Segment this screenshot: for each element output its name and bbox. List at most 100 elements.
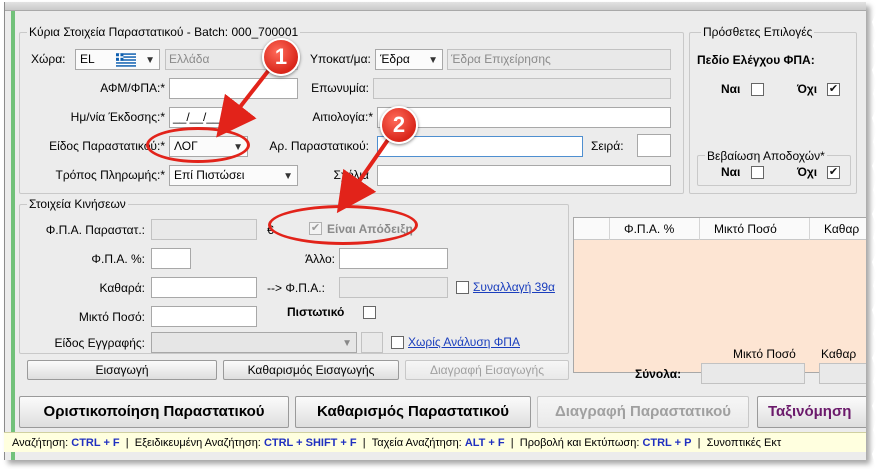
shortcut-advanced-search-label: Εξειδικευμένη Αναζήτηση: (134, 437, 261, 449)
status-separator: | (507, 437, 517, 449)
grid-header: Φ.Π.Α. % Μικτό Ποσό Καθαρ (574, 218, 866, 240)
totals-gross-field (701, 363, 805, 384)
comments-label: Σχόλια (333, 168, 369, 182)
app-window: Κύρια Στοιχεία Παραστατικού - Batch: 000… (4, 2, 866, 460)
insert-button[interactable]: Εισαγωγή (27, 360, 217, 380)
clear-document-button[interactable]: Καθαρισμός Παραστατικού (295, 396, 531, 428)
vat-number-input[interactable] (169, 78, 298, 99)
vat-check-yes-label: Ναι (721, 82, 741, 96)
vat-doc-field (151, 219, 257, 240)
vat-check-label: Πεδίο Ελέγχου ΦΠΑ: (697, 53, 815, 67)
branch-select[interactable]: Έδρα ▼ (375, 49, 443, 70)
vat-percent-label: Φ.Π.Α. %: (91, 252, 145, 266)
doc-number-label: Αρ. Παραστατικού: (269, 139, 369, 153)
branch-value: Έδρα (380, 52, 410, 66)
income-no-checkbox[interactable]: ✔ (827, 166, 840, 179)
no-vat-analysis-checkbox[interactable] (391, 336, 404, 349)
grid-col-gross[interactable]: Μικτό Ποσό (700, 218, 810, 240)
shortcut-status-bar: Αναζήτηση: CTRL + F | Εξειδικευμένη Αναζ… (4, 432, 866, 452)
delete-document-button[interactable]: Διαγραφή Παραστατικού (537, 396, 749, 428)
entry-type-code-field (361, 332, 383, 353)
company-name-label: Επωνυμία: (311, 81, 369, 95)
income-yes-label: Ναι (721, 165, 741, 179)
other-input[interactable] (339, 248, 448, 269)
branch-label: Υποκατ/μα: (310, 52, 371, 66)
no-vat-analysis-link[interactable]: Χωρίς Ανάλυση ΦΠΑ (408, 335, 520, 349)
grid-col-net[interactable]: Καθαρ (810, 218, 866, 240)
issue-date-label: Ημ/νία Έκδοσης:* (70, 110, 165, 124)
status-separator: | (122, 437, 132, 449)
highlight-ring-receipt (268, 205, 418, 245)
greece-flag-icon (116, 53, 136, 67)
series-input[interactable] (637, 134, 671, 157)
chevron-down-icon: ▼ (283, 171, 293, 182)
sort-button[interactable]: Ταξινόμηση (757, 396, 866, 428)
vat-doc-label: Φ.Π.Α. Παραστατ.: (45, 223, 145, 237)
income-yes-checkbox[interactable] (751, 166, 764, 179)
status-separator: | (359, 437, 369, 449)
shortcut-print-key: CTRL + P (642, 437, 692, 449)
payment-method-label: Τρόπος Πληρωμής:* (55, 168, 165, 182)
vat-check-no-label: Όχι (797, 82, 818, 96)
gross-amount-label: Μικτό Ποσό: (78, 310, 145, 324)
annotation-badge-2: 2 (380, 106, 418, 144)
payment-method-select[interactable]: Επί Πιστώσει ▼ (169, 165, 298, 186)
income-cert-title: Βεβαίωση Αποδοχών* (705, 149, 827, 163)
gross-amount-input[interactable] (151, 306, 257, 327)
net-amount-input[interactable] (151, 277, 257, 298)
entry-type-select[interactable]: ▼ (151, 332, 357, 353)
doc-type-label: Είδος Παραστατικού:* (49, 139, 165, 153)
clear-insert-button[interactable]: Καθαρισμός Εισαγωγής (223, 360, 399, 380)
vat-percent-input[interactable] (151, 248, 191, 269)
totals-label: Σύνολα: (635, 367, 682, 381)
income-no-label: Όχι (797, 165, 818, 179)
grid-col-select[interactable] (574, 218, 610, 240)
reason-label: Αιτιολογία:* (312, 110, 373, 124)
series-label: Σειρά: (591, 139, 624, 153)
torn-edge (872, 0, 881, 469)
shortcut-print-label: Προβολή και Εκτύπωση: (519, 437, 640, 449)
annotation-badge-1: 1 (262, 38, 300, 76)
payment-method-value: Επί Πιστώσει (174, 168, 245, 182)
credit-checkbox[interactable] (363, 306, 376, 319)
shortcut-search-label: Αναζήτηση: (12, 437, 69, 449)
vat-check-no-checkbox[interactable]: ✔ (827, 83, 840, 96)
country-select[interactable]: EL ▼ (75, 49, 160, 70)
vat-arrow-label: --> Φ.Π.Α.: (267, 281, 325, 295)
totals-net-field (819, 363, 866, 384)
shortcut-advanced-search-key: CTRL + SHIFT + F (263, 437, 357, 449)
status-separator: | (694, 437, 704, 449)
main-details-title: Κύρια Στοιχεία Παραστατικού - Batch: 000… (27, 25, 301, 39)
chevron-down-icon: ▼ (145, 55, 155, 66)
vat-check-yes-checkbox[interactable] (751, 83, 764, 96)
window-top-border (5, 2, 866, 11)
shortcut-search-key: CTRL + F (71, 437, 120, 449)
finalize-document-button[interactable]: Οριστικοποίηση Παραστατικού (19, 396, 289, 428)
country-label: Χώρα: (31, 52, 66, 66)
net-amount-label: Καθαρά: (99, 281, 145, 295)
grid-col-vat-pct[interactable]: Φ.Π.Α. % (610, 218, 700, 240)
issue-date-input[interactable]: __/__/____ (169, 107, 231, 128)
company-name-field (373, 78, 671, 99)
other-label: Άλλο: (305, 252, 335, 266)
credit-label: Πιστωτικό (287, 305, 345, 319)
vat-number-label: ΑΦΜ/ΦΠΑ:* (100, 81, 165, 95)
transaction-39a-checkbox[interactable] (456, 281, 469, 294)
entry-type-label: Είδος Εγγραφής: (54, 336, 145, 350)
shortcut-quick-search-key: ALT + F (464, 437, 505, 449)
delete-insert-button[interactable]: Διαγραφή Εισαγωγής (405, 360, 569, 380)
transaction-39a-link[interactable]: Συναλλαγή 39α (473, 280, 555, 294)
chevron-down-icon: ▼ (342, 338, 352, 349)
branch-name-field: Έδρα Επιχείρησης (447, 49, 671, 70)
movements-title: Στοιχεία Κινήσεων (27, 197, 128, 211)
country-code: EL (80, 52, 95, 66)
shortcut-summary-label: Συνοπτικές Εκτ (706, 437, 782, 449)
extra-options-title: Πρόσθετες Επιλογές (701, 25, 815, 39)
highlight-ring-doc-type (146, 127, 250, 163)
reason-input[interactable] (377, 107, 671, 128)
totals-net-header: Καθαρ (821, 347, 857, 361)
chevron-down-icon: ▼ (428, 55, 438, 66)
vat-amount-field (339, 277, 448, 298)
totals-gross-header: Μικτό Ποσό (733, 347, 796, 361)
comments-input[interactable] (377, 165, 671, 186)
